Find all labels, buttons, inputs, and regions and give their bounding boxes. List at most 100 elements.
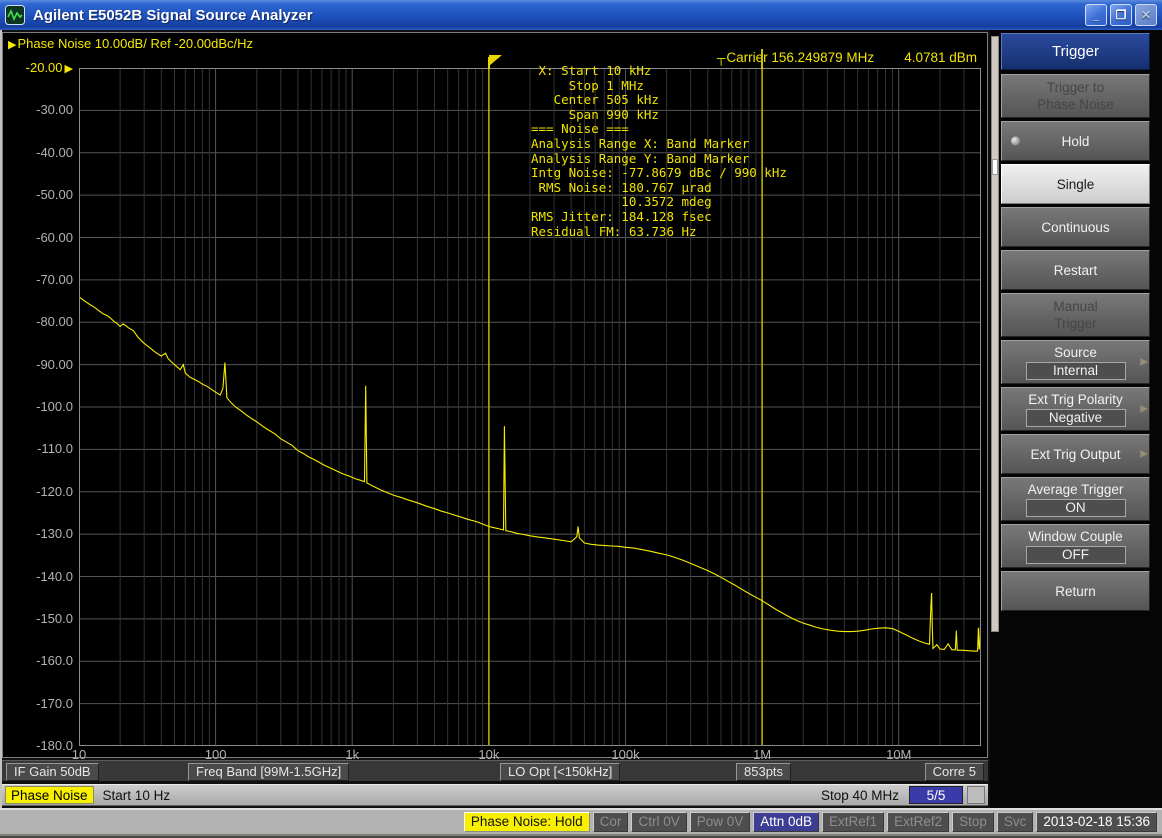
softkey-label-line2: Phase Noise [1037, 96, 1114, 113]
titlebar: Agilent E5052B Signal Source Analyzer _❐… [0, 0, 1162, 30]
carrier-readout: ┬Carrier 156.249879 MHz 4.0781 dBm [717, 50, 977, 65]
page-indicator: 5/5 [909, 786, 963, 804]
sweep-start-label: Start 10 Hz [103, 788, 171, 803]
status-ext-ref-1: ExtRef1 [822, 812, 884, 832]
instrument-status-bar: Phase Noise: HoldCorCtrl 0VPow 0VAttn 0d… [0, 808, 1162, 836]
submenu-arrow-icon: ▶ [1140, 354, 1148, 371]
radio-indicator-icon [1011, 137, 1020, 146]
softkey-label: Single [1057, 176, 1095, 193]
ref-level-arrow-icon: ▶ [65, 63, 73, 75]
softkey-label: Return [1055, 583, 1096, 600]
hardware-status-bar: IF Gain 50dBFreq Band [99M-1.5GHz]LO Opt… [2, 760, 988, 782]
trace-scale-label: Phase Noise 10.00dB/ Ref -20.00dBc/Hz [17, 36, 253, 51]
softkey-menu-title: Trigger [1001, 33, 1150, 70]
softkey-ext-trig-polarity[interactable]: Ext Trig PolarityNegative ▶ [1001, 387, 1150, 431]
y-tick-label: -180.0 [3, 738, 73, 753]
softkey-label: Continuous [1041, 219, 1109, 236]
phase-noise-plot-panel: ▶Phase Noise 10.00dB/ Ref -20.00dBc/Hz ┬… [2, 32, 988, 758]
status-datetime: 2013-02-18 15:36 [1036, 812, 1157, 832]
status-correction: Corre 5 [925, 763, 984, 781]
status-if-gain: IF Gain 50dB [6, 763, 99, 781]
status-correction-indicator: Cor [593, 812, 629, 832]
status-service-indicator: Svc [997, 812, 1034, 832]
softkey-label: Source [1054, 344, 1097, 361]
softkey-source[interactable]: SourceInternal ▶ [1001, 340, 1150, 384]
softkey-value: OFF [1026, 546, 1126, 564]
trace-active-arrow-icon: ▶ [8, 39, 16, 51]
trace-scale-readout: ▶Phase Noise 10.00dB/ Ref -20.00dBc/Hz [8, 36, 253, 51]
y-tick-label: -70.00 [3, 272, 73, 287]
measurement-bar-stub [967, 786, 985, 804]
y-tick-label: -170.0 [3, 696, 73, 711]
softkey-value: Internal [1026, 362, 1126, 380]
y-tick-label: -140.0 [3, 569, 73, 584]
carrier-marker-icon: ┬ [717, 51, 726, 65]
submenu-arrow-icon: ▶ [1140, 401, 1148, 418]
measurement-mode-badge: Phase Noise [5, 786, 94, 804]
softkey-label: Ext Trig Polarity [1028, 391, 1123, 408]
status-freq-band: Freq Band [99M-1.5GHz] [188, 763, 349, 781]
softkey-manual-trigger: ManualTrigger [1001, 293, 1150, 337]
softkey-label: Window Couple [1028, 528, 1123, 545]
softkey-label-line2: Trigger [1054, 315, 1096, 332]
y-tick-label: -80.00 [3, 314, 73, 329]
softkey-continuous[interactable]: Continuous [1001, 207, 1150, 247]
y-tick-label: -60.00 [3, 230, 73, 245]
status-attenuator: Attn 0dB [753, 812, 819, 832]
carrier-power: 4.0781 dBm [904, 50, 977, 65]
status-ext-ref-2: ExtRef2 [887, 812, 949, 832]
y-tick-label: -120.0 [3, 484, 73, 499]
y-tick-label: -110.0 [3, 441, 73, 456]
softkey-label: Manual [1053, 298, 1097, 315]
softkey-label: Hold [1062, 133, 1090, 150]
submenu-arrow-icon: ▶ [1140, 446, 1148, 463]
y-tick-label: -50.00 [3, 187, 73, 202]
softkey-value: Negative [1026, 409, 1126, 427]
band-marker-stop-pole [761, 49, 763, 69]
band-marker-start-flag-icon[interactable] [489, 55, 502, 66]
window-title: Agilent E5052B Signal Source Analyzer [33, 7, 1085, 24]
softkey-hold[interactable]: Hold [1001, 121, 1150, 161]
softkey-scrollbar[interactable] [991, 36, 999, 632]
sweep-stop-label: Stop 40 MHz [821, 788, 899, 803]
restore-button[interactable]: ❐ [1110, 4, 1132, 26]
y-tick-label: -30.00 [3, 102, 73, 117]
y-ref-level-label: -20.00▶ [3, 60, 73, 75]
softkey-single[interactable]: Single [1001, 164, 1150, 204]
y-tick-label: -150.0 [3, 611, 73, 626]
status-stop-indicator: Stop [952, 812, 994, 832]
softkey-value: ON [1026, 499, 1126, 517]
softkey-window-couple[interactable]: Window CoupleOFF [1001, 524, 1150, 568]
softkey-trigger-to-phase-noise: Trigger toPhase Noise [1001, 74, 1150, 118]
app-icon [5, 4, 27, 26]
phase-noise-chart [79, 68, 981, 746]
softkey-sidebar: Trigger Trigger toPhase Noise Hold Single C… [990, 30, 1162, 808]
status-measurement-status: Phase Noise: Hold [464, 812, 590, 832]
softkey-restart[interactable]: Restart [1001, 250, 1150, 290]
close-button: ✕ [1135, 4, 1157, 26]
y-tick-label: -90.00 [3, 357, 73, 372]
status-dc-control-voltage: Ctrl 0V [631, 812, 686, 832]
band-marker-start-pole [488, 57, 490, 69]
measurement-bar: Phase Noise Start 10 Hz Stop 40 MHz 5/5 [2, 784, 988, 806]
softkey-list: Trigger toPhase Noise Hold Single Continuou… [1001, 74, 1150, 614]
softkey-label: Ext Trig Output [1030, 446, 1120, 463]
softkey-return[interactable]: Return [1001, 571, 1150, 611]
status-points: 853pts [736, 763, 791, 781]
y-tick-label: -100.0 [3, 399, 73, 414]
softkey-label: Trigger to [1047, 79, 1104, 96]
status-dc-power-voltage: Pow 0V [690, 812, 751, 832]
softkey-average-trigger[interactable]: Average TriggerON [1001, 477, 1150, 521]
softkey-label: Average Trigger [1028, 481, 1124, 498]
carrier-frequency: Carrier 156.249879 MHz [726, 50, 874, 65]
softkey-ext-trig-output[interactable]: Ext Trig Output ▶ [1001, 434, 1150, 474]
y-tick-label: -130.0 [3, 526, 73, 541]
y-tick-label: -160.0 [3, 653, 73, 668]
softkey-label: Restart [1054, 262, 1098, 279]
softkey-scrollbar-thumb[interactable] [992, 159, 998, 175]
window-controls: _❐✕ [1085, 4, 1157, 26]
y-tick-label: -40.00 [3, 145, 73, 160]
app-window: Agilent E5052B Signal Source Analyzer _❐… [0, 0, 1162, 838]
minimize-button[interactable]: _ [1085, 4, 1107, 26]
noise-analysis-readout: X: Start 10 kHz Stop 1 MHz Center 505 kH… [531, 64, 787, 239]
